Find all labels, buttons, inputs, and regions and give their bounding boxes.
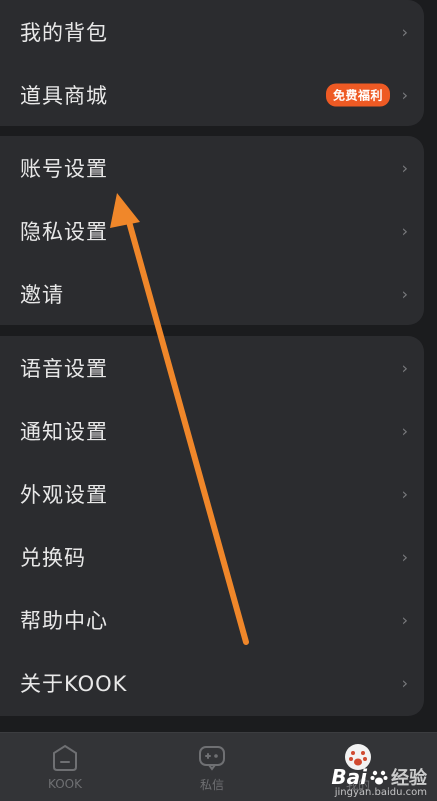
chevron-right-icon: › [401,358,408,377]
menu-group-general: 语音设置 › 通知设置 › 外观设置 › 兑换码 › 帮助中心 › 关于KOOK… [0,336,424,716]
menu-item-label: 账号设置 [20,156,108,181]
chevron-right-icon: › [401,547,408,566]
menu-item-notification-settings[interactable]: 通知设置 › [0,399,424,462]
kook-home-icon [53,744,77,771]
watermark-url: jingyan.baidu.com [334,787,427,798]
chevron-right-icon: › [401,85,408,104]
menu-group-account: 账号设置 › 隐私设置 › 邀请 › [0,136,424,325]
menu-item-label: 关于KOOK [20,671,128,696]
menu-item-label: 帮助中心 [20,608,108,633]
watermark-brand: Bai [331,765,367,789]
menu-item-label: 我的背包 [20,20,108,45]
tab-label: 私信 [199,777,224,792]
menu-item-appearance-settings[interactable]: 外观设置 › [0,462,424,525]
menu-item-label: 邀请 [20,282,64,307]
tab-direct-messages[interactable]: 私信 [152,733,272,801]
menu-item-label: 隐私设置 [20,219,108,244]
free-benefits-badge: 免费福利 [325,83,390,106]
chevron-right-icon: › [401,673,408,692]
chevron-right-icon: › [401,421,408,440]
menu-item-label: 兑换码 [20,545,86,570]
menu-item-account-settings[interactable]: 账号设置 › [0,136,424,199]
chevron-right-icon: › [401,284,408,303]
tab-label: KOOK [48,777,82,791]
menu-item-privacy-settings[interactable]: 隐私设置 › [0,199,424,262]
menu-item-invite[interactable]: 邀请 › [0,262,424,325]
chevron-right-icon: › [401,610,408,629]
chevron-right-icon: › [401,22,408,41]
menu-item-label: 道具商城 [20,83,108,108]
chevron-right-icon: › [401,221,408,240]
chevron-right-icon: › [401,158,408,177]
menu-item-label: 语音设置 [20,356,108,381]
menu-item-my-backpack[interactable]: 我的背包 › [0,0,424,63]
menu-item-help-center[interactable]: 帮助中心 › [0,588,424,651]
menu-item-redeem-code[interactable]: 兑换码 › [0,525,424,588]
chevron-right-icon: › [401,484,408,503]
menu-item-voice-settings[interactable]: 语音设置 › [0,336,424,399]
tab-kook[interactable]: KOOK [5,733,125,801]
gamepad-chat-icon [199,745,225,771]
menu-group-inventory: 我的背包 › 道具商城 免费福利 › [0,0,424,126]
menu-item-label: 外观设置 [20,482,108,507]
menu-item-item-shop[interactable]: 道具商城 免费福利 › [0,63,424,126]
menu-item-about-kook[interactable]: 关于KOOK › [0,651,424,714]
baidu-paw-icon [370,770,388,785]
menu-item-label: 通知设置 [20,419,108,444]
